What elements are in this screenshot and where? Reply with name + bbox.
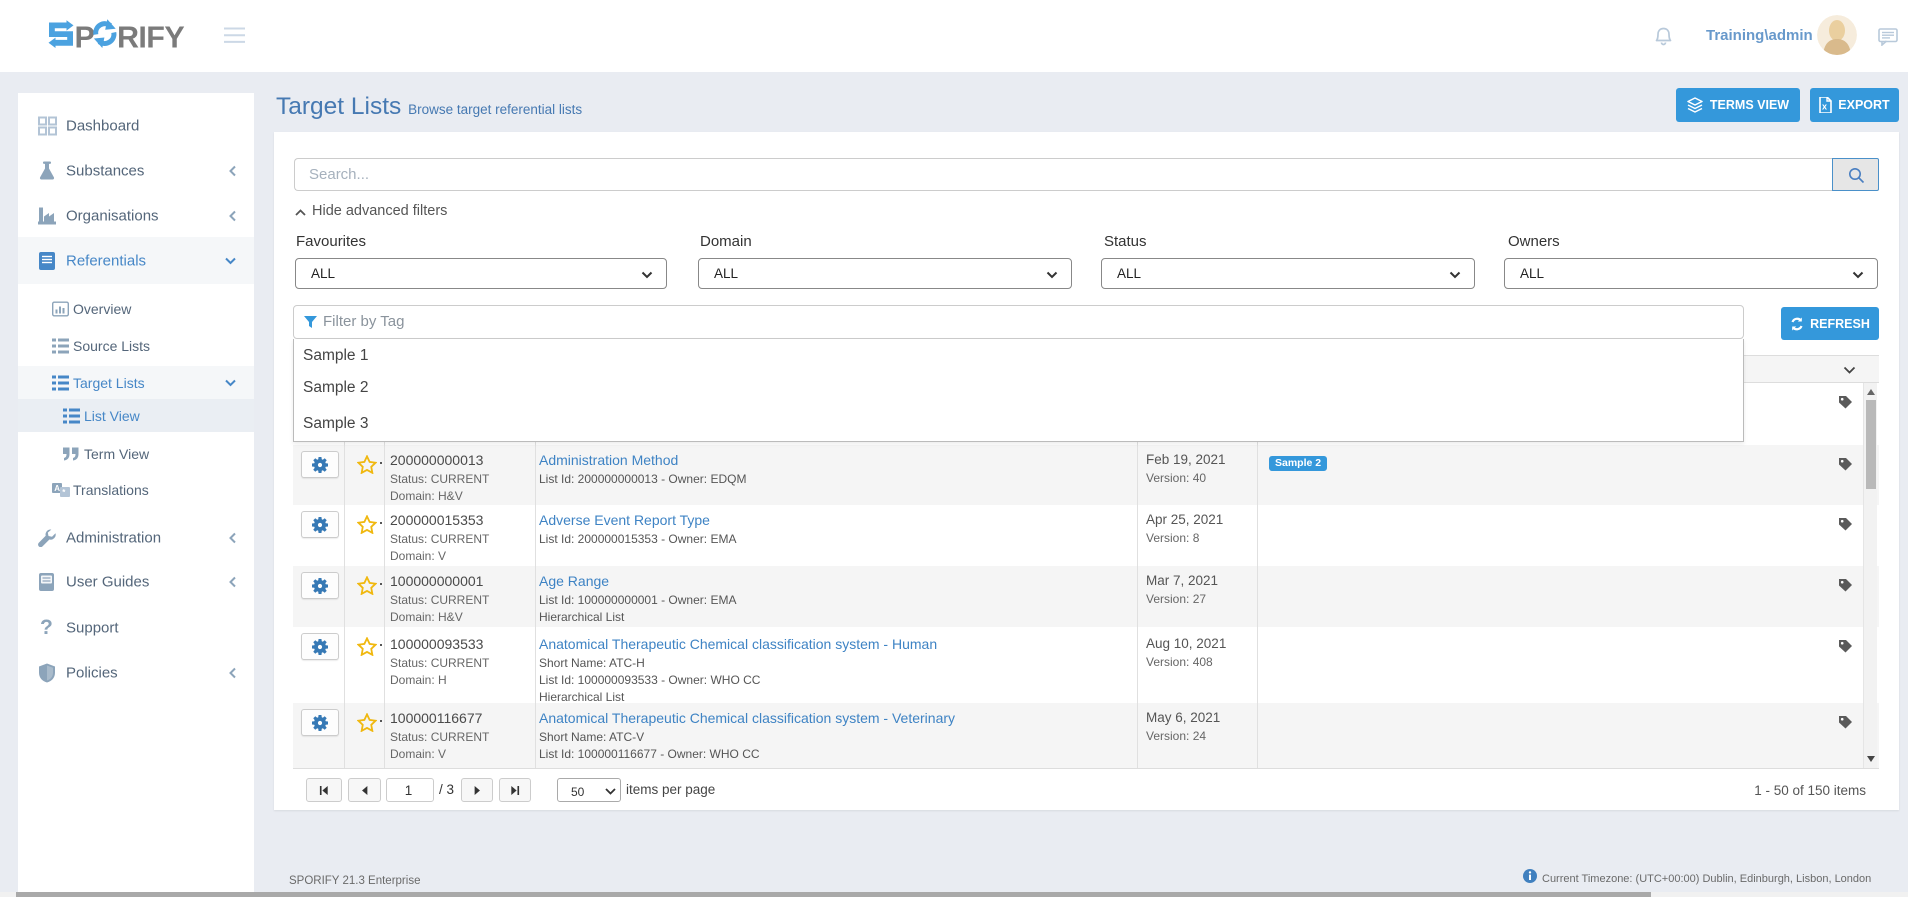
svg-text:RIFY: RIFY <box>117 21 184 55</box>
svg-text:P: P <box>75 21 95 55</box>
svg-text:x: x <box>1822 102 1827 112</box>
svg-text:A: A <box>54 484 60 493</box>
